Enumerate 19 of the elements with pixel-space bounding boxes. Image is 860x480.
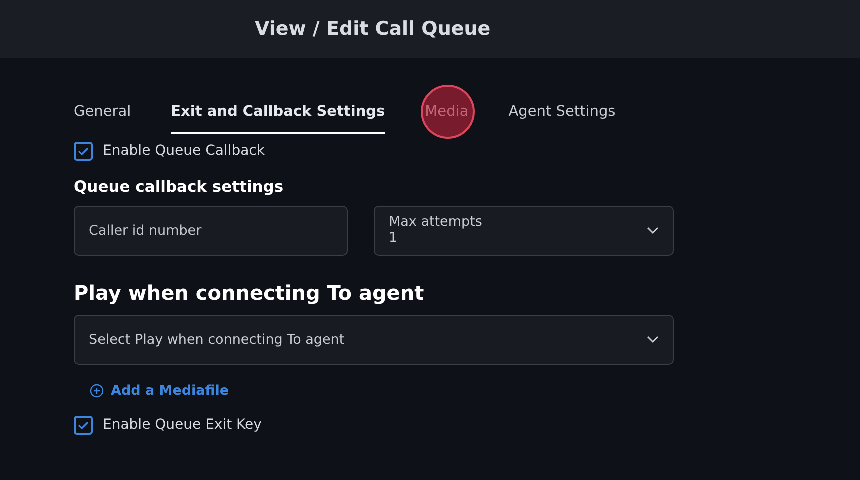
checkbox[interactable] bbox=[74, 142, 93, 161]
checkmark-icon bbox=[78, 421, 89, 430]
tab[interactable]: General bbox=[74, 102, 132, 134]
tab[interactable]: Exit and Callback Settings bbox=[171, 102, 386, 134]
section-title: Queue callback settings bbox=[74, 176, 285, 198]
add-mediafile-link[interactable]: Add a Mediafile bbox=[111, 381, 230, 402]
media-select[interactable]: Select Play when connecting To agent bbox=[74, 315, 674, 365]
tab[interactable]: Agent Settings bbox=[508, 102, 616, 134]
section-title: Play when connecting To agent bbox=[74, 280, 426, 307]
caller-id-field[interactable]: Caller id number bbox=[74, 206, 348, 256]
checkmark-icon bbox=[78, 146, 89, 156]
checkbox-label: Enable Queue Exit Key bbox=[103, 416, 262, 436]
page-title: View / Edit Call Queue bbox=[255, 18, 491, 40]
chevron-down-icon bbox=[647, 336, 659, 344]
checkbox-label: Enable Queue Callback bbox=[103, 142, 265, 161]
chevron-down-icon bbox=[647, 227, 659, 235]
checkbox[interactable] bbox=[74, 416, 93, 436]
max-attempts-select[interactable]: Max attempts 1 bbox=[374, 206, 674, 256]
plus-circle-icon bbox=[90, 384, 104, 398]
